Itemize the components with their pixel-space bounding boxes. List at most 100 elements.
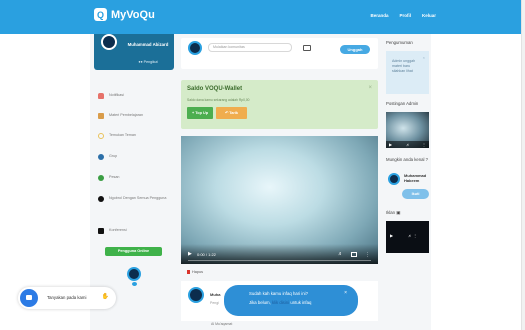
- avatar[interactable]: [188, 287, 204, 303]
- sidebar-item-label: Konferensi: [109, 228, 127, 232]
- bell-icon: [98, 93, 104, 99]
- app-title: MyVoQu: [111, 8, 155, 21]
- follow-button[interactable]: Ikuti: [402, 189, 429, 199]
- search-icon: [98, 133, 104, 139]
- suggestions-title: Mungkin anda kenal ?: [386, 157, 429, 162]
- sidebar-item-groups[interactable]: Grup: [98, 154, 172, 160]
- scrollbar[interactable]: [521, 0, 525, 330]
- close-icon[interactable]: ×: [368, 85, 372, 91]
- ad-video[interactable]: ▶ ♬ ⋮: [386, 221, 429, 253]
- close-icon[interactable]: ×: [344, 290, 347, 296]
- nav-home-link[interactable]: Beranda: [370, 13, 388, 18]
- comment-subtitle: Pengi: [210, 301, 219, 305]
- chat-widget-text: Tanyakan pada kami: [47, 295, 87, 300]
- withdraw-label: Tarik: [229, 111, 239, 115]
- ads-icon: ▣: [396, 210, 401, 215]
- avatar[interactable]: [101, 34, 117, 50]
- sidebar-item-label: Temukan Teman: [109, 133, 136, 137]
- play-icon[interactable]: ▶: [390, 233, 393, 238]
- comment-footer: Al Mu'aqamat: [211, 322, 233, 326]
- upload-button[interactable]: Unggah: [340, 45, 370, 54]
- online-users-button[interactable]: Pengguna Online: [105, 247, 162, 256]
- delete-label: Hapus: [192, 270, 203, 274]
- volume-icon[interactable]: ♬ ⋮: [408, 233, 417, 238]
- sidebar-item-find-friends[interactable]: Temukan Teman: [98, 133, 172, 139]
- close-icon[interactable]: ×: [423, 55, 425, 60]
- trash-icon: [187, 270, 190, 274]
- comment-author[interactable]: Muha: [210, 292, 220, 297]
- online-user-indicator: [132, 282, 137, 286]
- sidebar-item-chat-all-users[interactable]: Ngobrol Dengan Semua Pengguna: [98, 196, 172, 202]
- toast-line-1: Sudah kah kamu infaq hari ini?: [249, 291, 309, 296]
- volume-icon[interactable]: ♬: [406, 142, 410, 147]
- video-controls: ▶ 0:00 / 1:22 ♬ ⋮: [181, 244, 378, 264]
- announcement-card[interactable]: Admin unggah materi baru silahkan lihat …: [386, 51, 429, 94]
- wallet-balance-text: Saldo dana kamu sekarang adalah Rp0,00: [187, 98, 250, 102]
- admin-posts-title: Postingan Admin: [386, 101, 419, 106]
- sidebar-item-learning-materials[interactable]: Materi Pembelajaran: [98, 113, 172, 119]
- myvoqu-logo-icon: Q: [94, 8, 107, 21]
- nav-logout-link[interactable]: Keluar: [422, 13, 436, 18]
- people-icon: ●●: [138, 60, 143, 64]
- sidebar-item-conference[interactable]: Konferensi: [98, 228, 172, 234]
- more-vertical-icon[interactable]: ⋮: [422, 142, 426, 147]
- profile-name: Muhammad Abizard: [127, 42, 169, 47]
- sidebar-item-messages[interactable]: Pesan: [98, 175, 172, 181]
- avatar[interactable]: [388, 173, 400, 185]
- toast-line-2-post: untuk infaq: [290, 300, 312, 305]
- profile-role-label: Pengikut: [143, 60, 158, 64]
- chat-icon-glyph: [26, 295, 32, 300]
- chat-bubbles-icon: [98, 196, 104, 202]
- delete-post-link[interactable]: Hapus: [187, 270, 203, 274]
- withdraw-icon: ↶: [224, 111, 229, 115]
- post-input[interactable]: Mulaikan komunitas: [208, 43, 292, 52]
- sidebar-item-label: Materi Pembelajaran: [109, 113, 144, 117]
- top-nav-links: Beranda Profil Keluar: [370, 13, 436, 18]
- infaq-link[interactable]: klik disini: [272, 300, 289, 305]
- infaq-reminder-toast: Sudah kah kamu infaq hari ini? Jika belu…: [224, 285, 358, 316]
- withdraw-button[interactable]: ↶ Tarik: [216, 107, 247, 119]
- sidebar-item-label: Pesan: [109, 175, 120, 179]
- nav-profile-link[interactable]: Profil: [399, 13, 411, 18]
- topup-button[interactable]: + Top Up: [187, 107, 213, 119]
- toast-line-2: Jika belum, klik disini untuk infaq: [249, 300, 311, 305]
- avatar: [188, 41, 202, 55]
- wallet-title: Saldo VOQU-Wallet: [187, 86, 243, 92]
- suggestion-name[interactable]: Muhammad Hakeem: [404, 173, 429, 183]
- online-user-avatar[interactable]: [127, 267, 141, 281]
- admin-post-video[interactable]: ▶ ♬ ⋮: [386, 112, 429, 148]
- ads-title-label: Iklan: [386, 210, 396, 215]
- post-composer: Mulaikan komunitas Unggah: [181, 38, 378, 69]
- chat-widget[interactable]: Tanyakan pada kami ✋: [18, 287, 116, 309]
- profile-card[interactable]: Muhammad Abizard ●● Pengikut: [94, 34, 174, 70]
- group-icon: [98, 154, 104, 160]
- ads-title: Iklan ▣: [386, 210, 400, 216]
- chat-icon: [98, 175, 104, 181]
- book-icon: [98, 113, 104, 119]
- volume-icon[interactable]: ♬: [338, 251, 343, 257]
- waving-hand-icon: ✋: [101, 294, 109, 300]
- play-icon[interactable]: ▶: [389, 142, 392, 147]
- sidebar-item-notifications[interactable]: Notifikasi: [98, 93, 172, 99]
- wallet-card: Saldo VOQU-Wallet Saldo dana kamu sekara…: [181, 80, 378, 129]
- fullscreen-icon[interactable]: [351, 252, 357, 257]
- attach-media-icon[interactable]: [303, 45, 311, 51]
- top-navbar: Q MyVoQu Beranda Profil Keluar: [0, 0, 525, 34]
- video-progress-bar[interactable]: [188, 260, 371, 261]
- more-vertical-icon[interactable]: ⋮: [365, 252, 370, 258]
- camera-icon: [98, 228, 104, 234]
- video-controls: ▶ ♬ ⋮: [386, 141, 429, 148]
- toast-line-2-pre: Jika belum,: [249, 300, 271, 305]
- profile-role: ●● Pengikut: [126, 60, 170, 64]
- sidebar-item-label: Grup: [109, 154, 118, 158]
- friend-suggestion-card: Muhammad Hakeem Ikuti: [386, 167, 429, 207]
- announcement-text: Admin unggah materi baru silahkan lihat: [392, 59, 416, 73]
- announcement-title: Pengumuman: [386, 40, 413, 45]
- sidebar-item-label: Ngobrol Dengan Semua Pengguna: [109, 196, 167, 200]
- sidebar-item-label: Notifikasi: [109, 93, 124, 97]
- video-time: 0:00 / 1:22: [197, 252, 216, 257]
- chat-icon[interactable]: [20, 289, 38, 307]
- play-icon[interactable]: ▶: [188, 251, 192, 257]
- video-player[interactable]: ▶ 0:00 / 1:22 ♬ ⋮: [181, 136, 378, 264]
- brand-logo[interactable]: Q MyVoQu: [94, 8, 155, 21]
